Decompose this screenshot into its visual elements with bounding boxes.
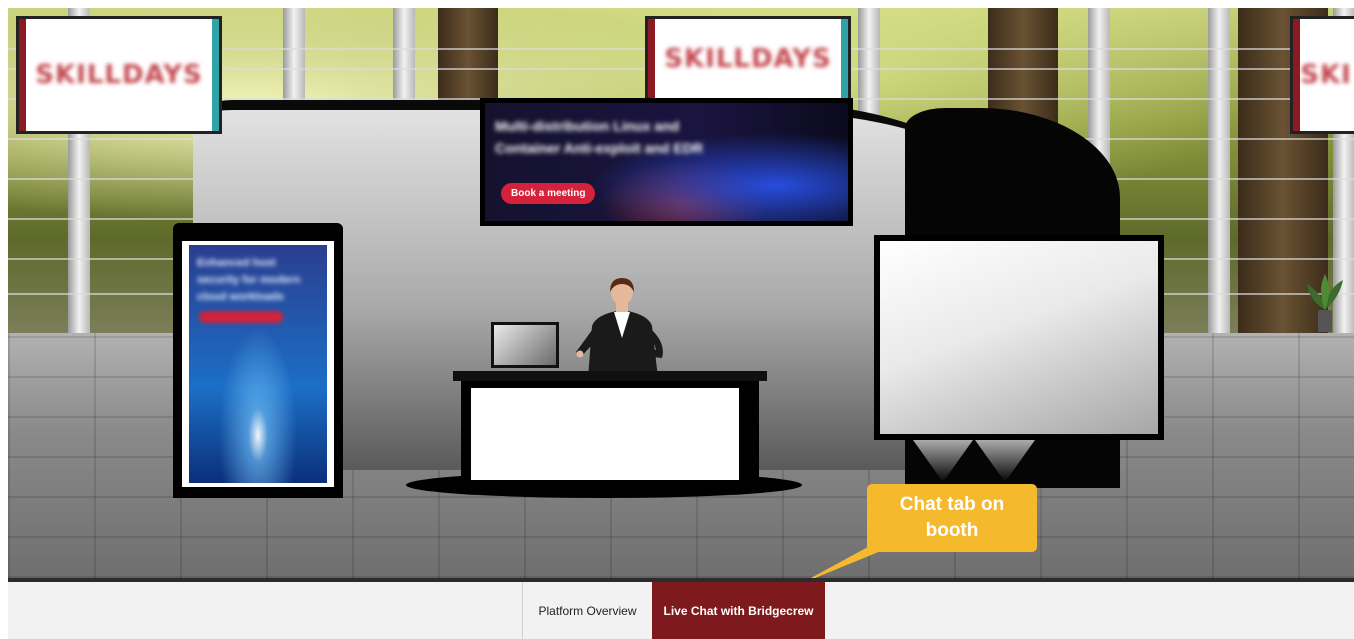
- hanging-banner-right: SKI: [1290, 16, 1354, 134]
- desk-monitor: [491, 322, 559, 368]
- callout-text: Chat tab on booth: [899, 494, 1005, 541]
- totem-screen-button: [199, 311, 283, 323]
- reception-desk[interactable]: [453, 371, 767, 486]
- sponsor-logo: SKI: [1300, 60, 1352, 90]
- sponsor-logo: SKILLDAYS: [664, 44, 832, 74]
- tab-live-chat[interactable]: Live Chat with Bridgecrew: [652, 582, 825, 639]
- hanging-banner-left: SKILLDAYS: [16, 16, 222, 134]
- video-screen[interactable]: [874, 235, 1164, 440]
- totem-screen-text: Enhanced host security for modern cloud …: [197, 257, 301, 303]
- totem-display[interactable]: Enhanced host security for modern cloud …: [173, 223, 343, 498]
- virtual-booth-scene: SKILLDAYS SKILLDAYS SKI Multi-distributi…: [8, 8, 1354, 578]
- book-meeting-button[interactable]: Book a meeting: [501, 183, 596, 204]
- header-screen-headline: Multi-distribution Linux and Container A…: [495, 118, 703, 156]
- plant-icon: [1307, 274, 1343, 332]
- booth-tab-bar: Platform Overview Live Chat with Bridgec…: [8, 578, 1354, 639]
- tab-label: Live Chat with Bridgecrew: [663, 603, 814, 618]
- tab-label: Platform Overview: [538, 603, 637, 618]
- tab-platform-overview[interactable]: Platform Overview: [522, 582, 652, 639]
- presenter-avatar[interactable]: [574, 278, 670, 378]
- totem-screen[interactable]: Enhanced host security for modern cloud …: [182, 241, 334, 487]
- header-screen[interactable]: Multi-distribution Linux and Container A…: [480, 98, 853, 226]
- hanging-banner-center: SKILLDAYS: [645, 16, 851, 102]
- desk-front-panel: [471, 388, 739, 480]
- chat-tab-callout: Chat tab on booth: [867, 484, 1037, 552]
- sponsor-logo: SKILLDAYS: [35, 60, 203, 90]
